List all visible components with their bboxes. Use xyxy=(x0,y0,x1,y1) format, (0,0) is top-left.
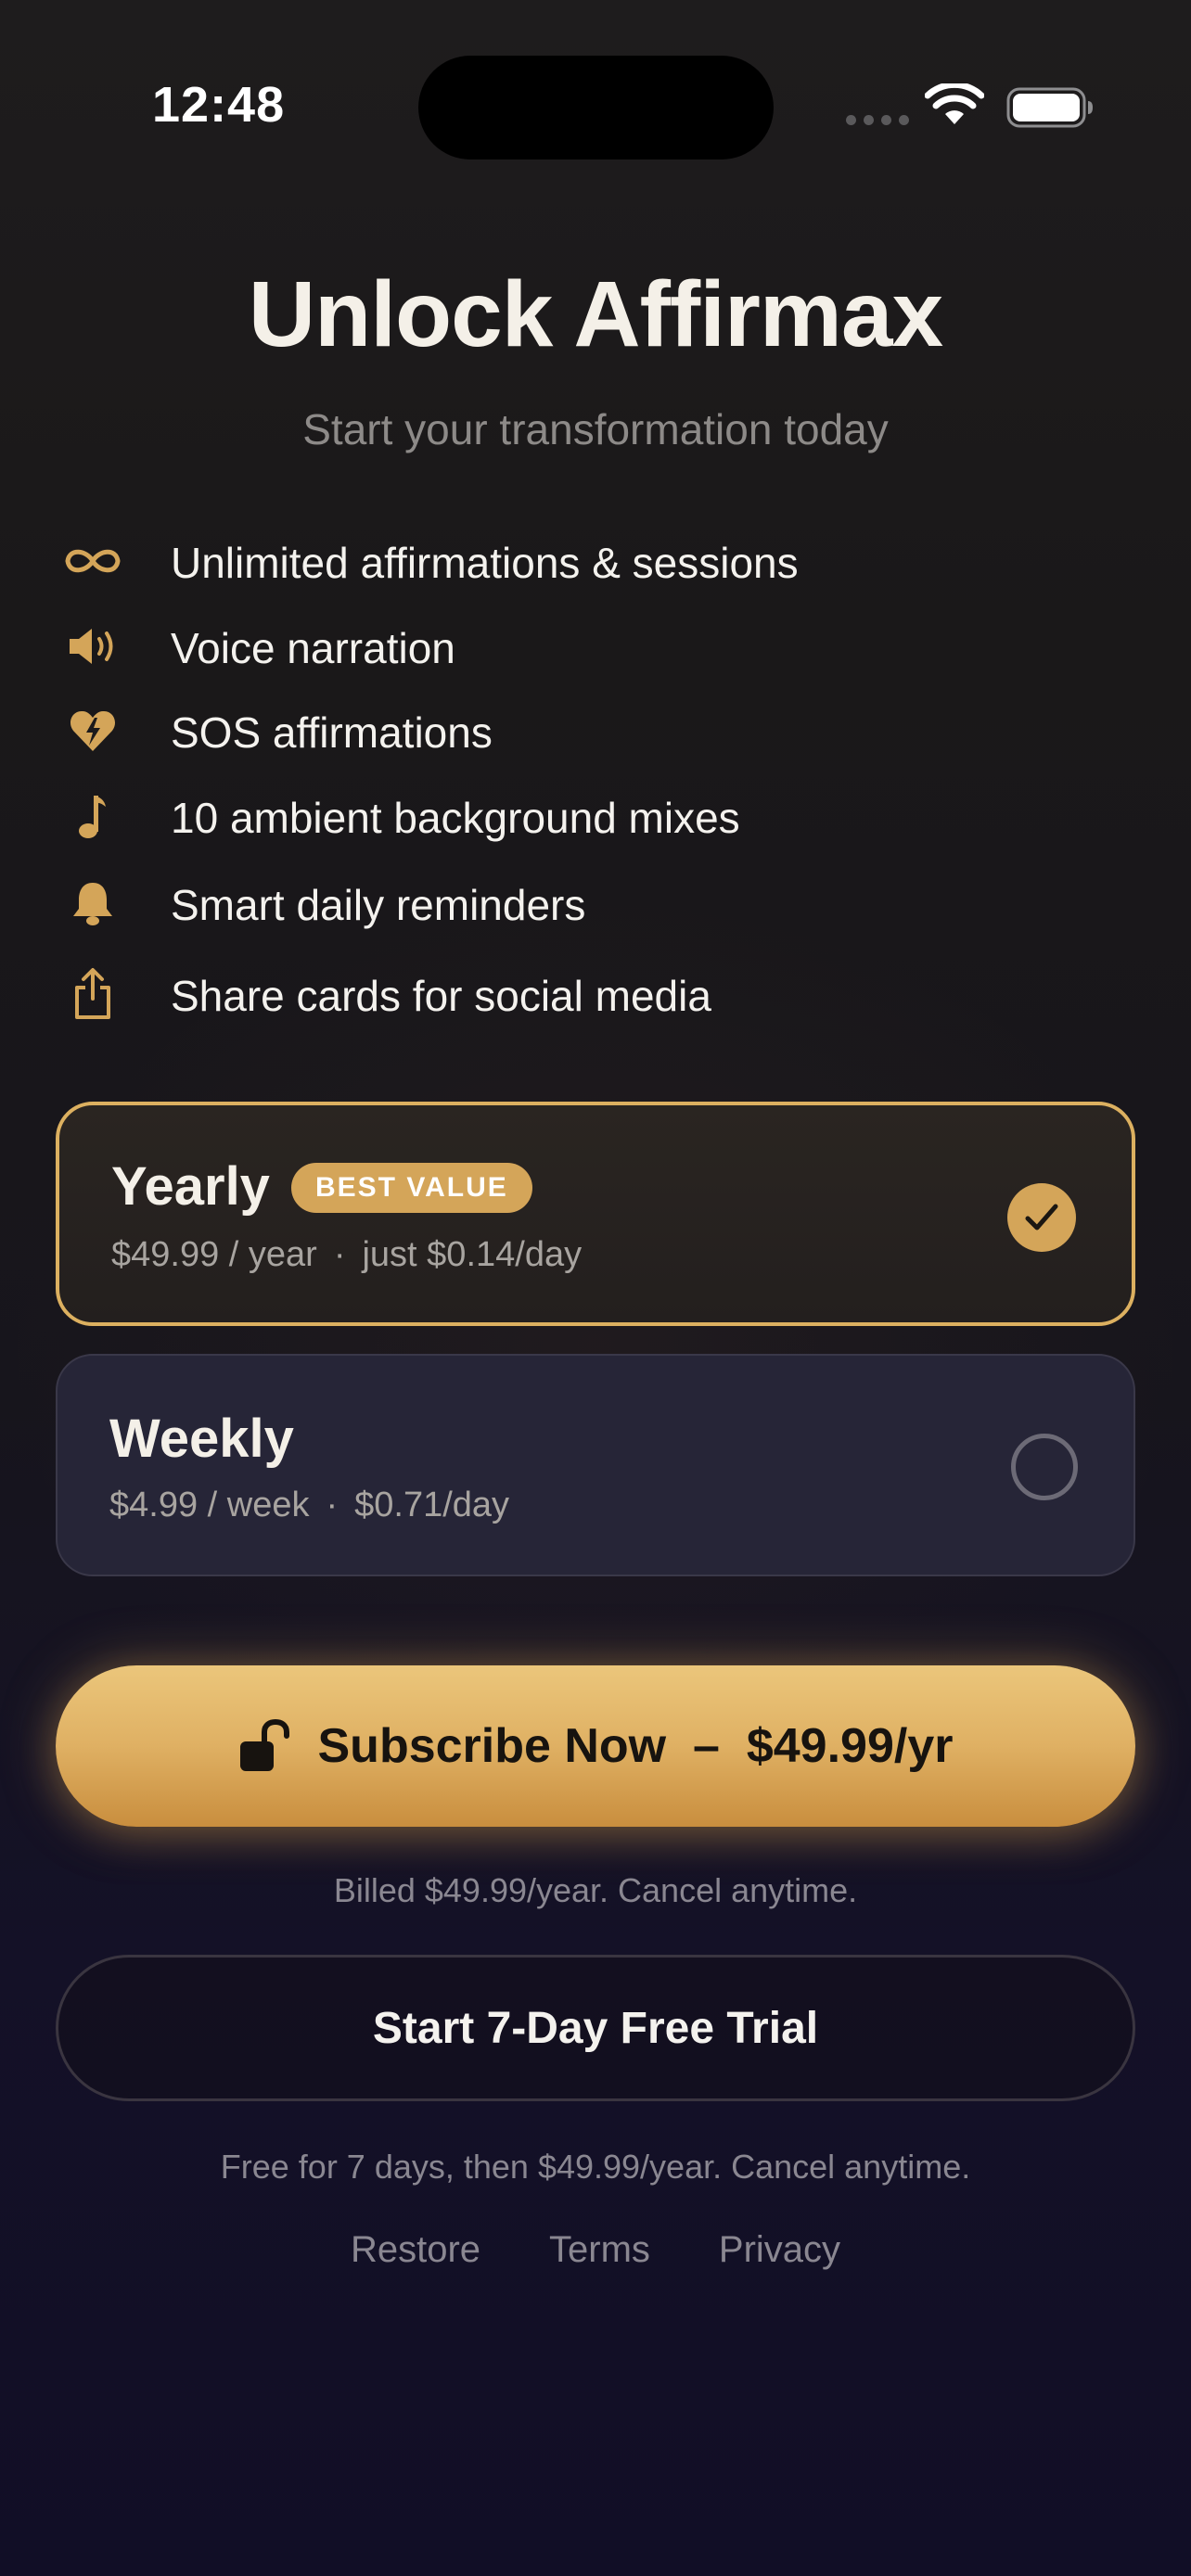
infinity-icon xyxy=(56,529,130,593)
battery-icon xyxy=(1006,87,1093,128)
feature-label: 10 ambient background mixes xyxy=(171,794,740,842)
feature-label: SOS affirmations xyxy=(171,708,493,757)
page-title: Unlock Affirmax xyxy=(248,262,943,366)
feature-item: Smart daily reminders xyxy=(56,871,1076,936)
terms-link[interactable]: Terms xyxy=(549,2229,650,2271)
unlock-icon xyxy=(239,1719,289,1771)
plan-price: $4.99 / week · $0.71/day xyxy=(109,1486,509,1525)
feature-label: Voice narration xyxy=(171,624,455,672)
feature-label: Smart daily reminders xyxy=(171,881,586,929)
share-icon xyxy=(56,962,130,1027)
music-note-icon xyxy=(56,784,130,848)
plan-price-per-day: just $0.14/day xyxy=(362,1235,583,1274)
page-subtitle: Start your transformation today xyxy=(302,405,889,453)
price-separator: · xyxy=(333,1235,346,1274)
cellular-signal-icon xyxy=(846,115,909,126)
footer-links: Restore Terms Privacy xyxy=(0,2229,1191,2271)
plan-name: Yearly xyxy=(111,1156,270,1217)
heart-bolt-icon xyxy=(56,698,130,763)
checkmark-icon[interactable] xyxy=(1007,1183,1076,1252)
price-separator: · xyxy=(326,1486,339,1524)
plan-price-per-day: $0.71/day xyxy=(354,1486,510,1524)
feature-item: Share cards for social media xyxy=(56,962,1076,1027)
billing-note: Billed $49.99/year. Cancel anytime. xyxy=(333,1871,858,1909)
feature-item: Unlimited affirmations & sessions xyxy=(56,529,1076,593)
dynamic-island xyxy=(418,56,774,159)
plan-option-weekly[interactable]: Weekly $4.99 / week · $0.71/day xyxy=(56,1354,1135,1576)
status-time: 12:48 xyxy=(152,77,286,133)
feature-item: Voice narration xyxy=(56,614,1076,679)
wifi-icon xyxy=(925,83,984,124)
trial-note: Free for 7 days, then $49.99/year. Cance… xyxy=(220,2148,971,2186)
plan-name: Weekly xyxy=(109,1409,294,1469)
subscribe-button[interactable]: Subscribe Now – $49.99/yr xyxy=(56,1665,1135,1827)
plan-price-amount: $4.99 / week xyxy=(109,1486,310,1524)
free-trial-label: Start 7-Day Free Trial xyxy=(372,2003,819,2053)
privacy-link[interactable]: Privacy xyxy=(719,2229,840,2271)
subscribe-label: Subscribe Now – $49.99/yr xyxy=(317,1719,954,1773)
restore-link[interactable]: Restore xyxy=(351,2229,480,2271)
best-value-badge: BEST VALUE xyxy=(291,1163,532,1213)
feature-label: Share cards for social media xyxy=(171,972,711,1020)
plan-price-amount: $49.99 / year xyxy=(111,1235,317,1274)
feature-item: SOS affirmations xyxy=(56,698,1076,763)
plan-price: $49.99 / year · just $0.14/day xyxy=(111,1235,582,1275)
feature-item: 10 ambient background mixes xyxy=(56,784,1076,848)
radio-unselected-icon[interactable] xyxy=(1011,1434,1078,1500)
plan-option-yearly[interactable]: Yearly BEST VALUE $49.99 / year · just $0.… xyxy=(56,1102,1135,1326)
free-trial-button[interactable]: Start 7-Day Free Trial xyxy=(56,1955,1135,2101)
speaker-icon xyxy=(56,614,130,679)
bell-icon xyxy=(56,871,130,936)
feature-label: Unlimited affirmations & sessions xyxy=(171,539,799,587)
